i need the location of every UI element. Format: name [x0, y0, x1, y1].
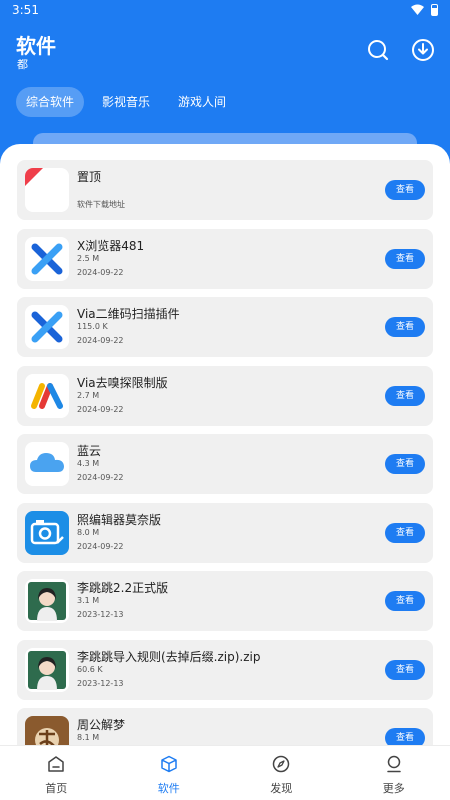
page-title: 软件 [16, 34, 56, 58]
pin-red-icon [25, 168, 69, 212]
list-item[interactable]: 置顶 软件下载地址 查看 [17, 160, 433, 220]
cloud-icon [25, 442, 69, 486]
list-item[interactable]: 李跳跳2.2正式版 3.1 M 2023-12-13 查看 [17, 571, 433, 631]
tab-games[interactable]: 游戏人间 [168, 87, 236, 117]
list-item[interactable]: 照编辑器莫奈版 8.0 M 2024-09-22 查看 [17, 502, 433, 563]
battery-icon [431, 4, 438, 16]
software-list: 置顶 软件下载地址 查看 X浏览器481 2.5 M 2024-09-22 查看 [17, 160, 433, 777]
list-item[interactable]: X浏览器481 2.5 M 2024-09-22 查看 [17, 228, 433, 289]
item-size: 8.1 M [77, 733, 100, 742]
view-button[interactable]: 查看 [385, 317, 425, 337]
nav-label: 发现 [270, 782, 293, 795]
view-button[interactable]: 查看 [385, 248, 425, 269]
view-button[interactable]: 查看 [385, 591, 425, 611]
item-name: 李跳跳2.2正式版 [77, 581, 169, 595]
list-item[interactable]: Via二维码扫描插件 115.0 K 2024-09-22 查看 [17, 297, 433, 357]
item-date: 2024-09-22 [77, 267, 124, 277]
search-icon[interactable] [366, 38, 390, 62]
item-name: 照编辑器莫奈版 [77, 512, 162, 527]
item-name: 李跳跳导入规则(去掉后缀.zip).zip [77, 649, 261, 664]
girl-avatar-icon [25, 647, 69, 692]
camera-icon [25, 510, 69, 555]
list-item[interactable]: 蓝云 4.3 M 2024-09-22 查看 [17, 434, 433, 494]
item-size: 60.6 K [77, 664, 103, 674]
via-icon [25, 373, 69, 418]
item-name: Via去嗅探限制版 [77, 375, 168, 390]
nav-discover[interactable]: 发现 [225, 746, 338, 800]
item-date: 2024-09-22 [77, 336, 124, 345]
view-button[interactable]: 查看 [385, 454, 425, 474]
item-size: 3.1 M [77, 596, 100, 605]
status-bar: 3:51 [0, 0, 450, 22]
view-button[interactable]: 查看 [385, 385, 425, 406]
item-size: 4.3 M [77, 459, 100, 468]
list-item[interactable]: Via去嗅探限制版 2.7 M 2024-09-22 查看 [17, 365, 433, 426]
compass-icon [273, 755, 290, 773]
nav-label: 更多 [382, 782, 405, 795]
profile-icon [387, 755, 401, 773]
content-sheet: 置顶 软件下载地址 查看 X浏览器481 2.5 M 2024-09-22 查看 [0, 144, 450, 800]
x-browser-icon [25, 305, 69, 349]
item-date: 2023-12-13 [77, 610, 124, 619]
nav-more[interactable]: 更多 [338, 746, 450, 800]
nav-label: 软件 [157, 782, 180, 795]
item-name: 蓝云 [77, 444, 102, 458]
view-button[interactable]: 查看 [385, 659, 425, 680]
item-name: X浏览器481 [77, 238, 145, 253]
nav-label: 首页 [45, 782, 68, 795]
x-browser-icon [25, 236, 69, 281]
item-name: 置顶 [77, 170, 102, 184]
view-button[interactable]: 查看 [385, 180, 425, 200]
item-date: 2023-12-13 [77, 678, 124, 688]
item-name: 周公解梦 [77, 718, 126, 732]
item-date: 2024-09-22 [77, 473, 124, 482]
item-date: 软件下载地址 [77, 200, 125, 209]
download-icon[interactable] [411, 38, 435, 62]
item-date: 2024-09-22 [77, 404, 124, 414]
girl-avatar-icon [25, 579, 69, 623]
item-size: 2.7 M [77, 390, 100, 400]
item-size: 2.5 M [77, 253, 100, 263]
item-size: 115.0 K [77, 322, 108, 331]
item-name: Via二维码扫描插件 [77, 307, 180, 321]
page-subtitle: 都 [17, 58, 28, 71]
item-size: 8.0 M [77, 527, 100, 537]
home-icon [48, 756, 64, 772]
status-time: 3:51 [12, 3, 39, 17]
category-tabs: 综合软件 影视音乐 游戏人间 [16, 87, 236, 117]
view-button[interactable]: 查看 [385, 522, 425, 543]
wifi-icon [411, 4, 424, 15]
item-date: 2024-09-22 [77, 541, 124, 551]
nav-software[interactable]: 软件 [113, 746, 226, 800]
bottom-nav: 首页 软件 发现 更多 [0, 745, 450, 800]
list-item[interactable]: 李跳跳导入规则(去掉后缀.zip).zip 60.6 K 2023-12-13 … [17, 639, 433, 700]
tab-general-software[interactable]: 综合软件 [16, 87, 85, 117]
nav-home[interactable]: 首页 [0, 746, 113, 800]
tab-video-music[interactable]: 影视音乐 [92, 87, 160, 117]
cube-icon [161, 755, 177, 773]
